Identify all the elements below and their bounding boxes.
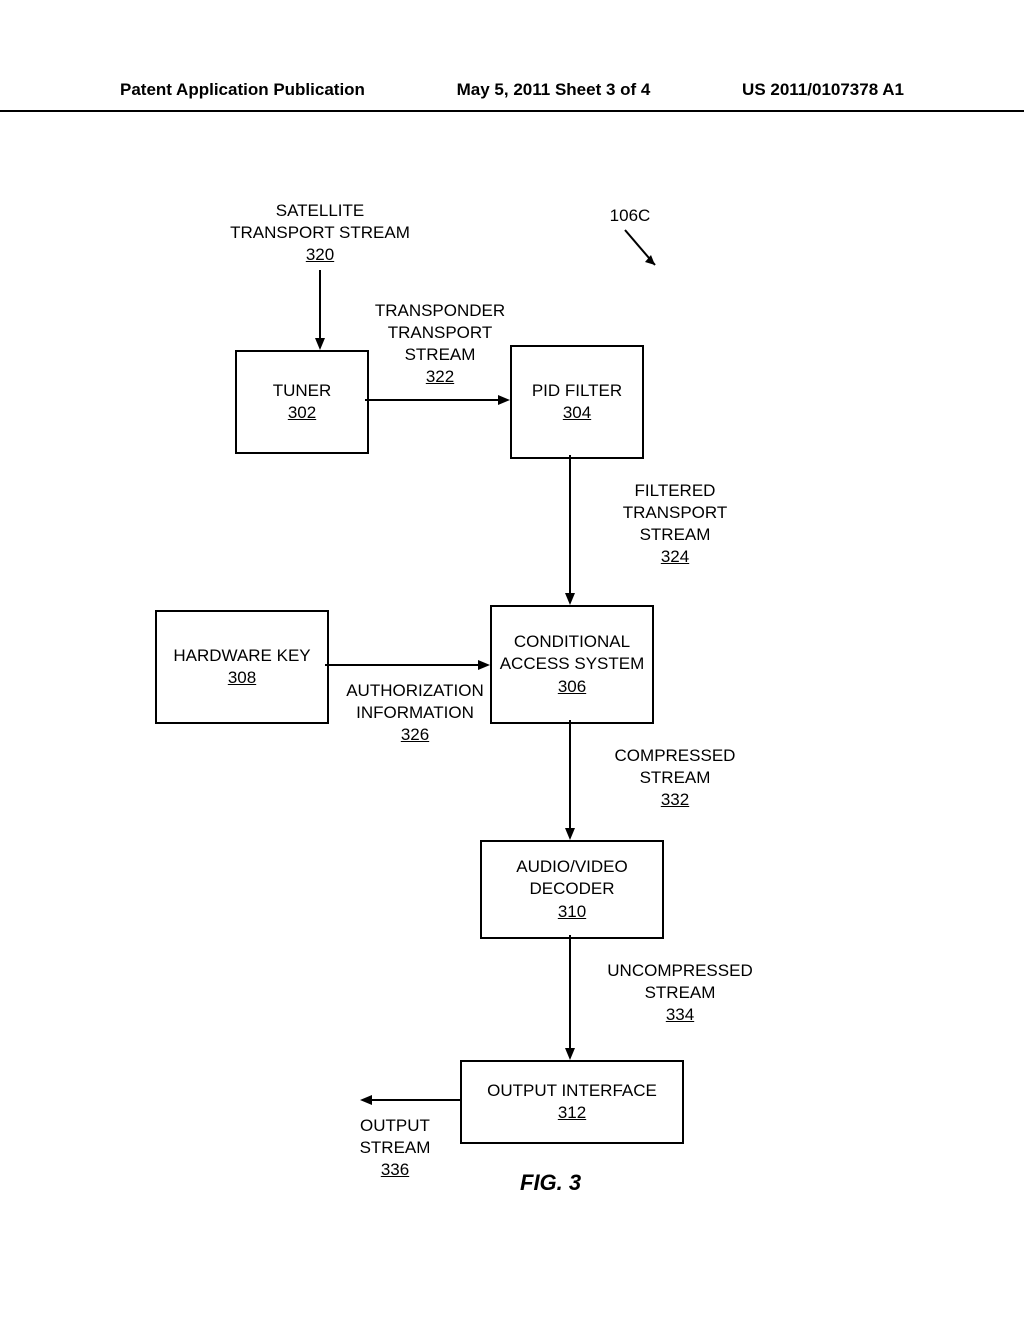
filtered-stream-label: FILTERED TRANSPORT STREAM 324 — [610, 480, 740, 568]
arrow-decoder-output — [565, 935, 585, 1065]
uncompressed-stream-label: UNCOMPRESSED STREAM 334 — [590, 960, 770, 1026]
arrow-pidfilter-cas — [565, 455, 585, 610]
page-header: Patent Application Publication May 5, 20… — [0, 80, 1024, 112]
ref-106c-pointer — [615, 230, 665, 280]
auth-info-label: AUTHORIZATION INFORMATION 326 — [335, 680, 495, 746]
satellite-stream-label: SATELLITE TRANSPORT STREAM 320 — [230, 200, 410, 266]
av-decoder-box: AUDIO/VIDEO DECODER 310 — [480, 840, 664, 939]
compressed-stream-label: COMPRESSED STREAM 332 — [600, 745, 750, 811]
header-center: May 5, 2011 Sheet 3 of 4 — [457, 80, 651, 100]
output-stream-label: OUTPUT STREAM 336 — [345, 1115, 445, 1181]
arrow-cas-decoder — [565, 720, 585, 845]
diagram-container: SATELLITE TRANSPORT STREAM 320 106C TRAN… — [0, 160, 1024, 1320]
ref-106c-label: 106C — [590, 205, 670, 227]
transponder-stream-label: TRANSPONDER TRANSPORT STREAM 322 — [370, 300, 510, 388]
cas-box: CONDITIONAL ACCESS SYSTEM 306 — [490, 605, 654, 724]
header-right: US 2011/0107378 A1 — [742, 80, 904, 100]
arrow-satellite-tuner — [315, 270, 335, 355]
pid-filter-box: PID FILTER 304 — [510, 345, 644, 459]
header-left: Patent Application Publication — [120, 80, 365, 100]
tuner-box: TUNER 302 — [235, 350, 369, 454]
hardware-key-box: HARDWARE KEY 308 — [155, 610, 329, 724]
arrow-output-stream — [355, 1093, 465, 1113]
figure-label: FIG. 3 — [520, 1170, 581, 1196]
arrow-hwkey-cas — [325, 658, 495, 678]
arrow-tuner-pidfilter — [365, 393, 515, 413]
output-if-box: OUTPUT INTERFACE 312 — [460, 1060, 684, 1144]
